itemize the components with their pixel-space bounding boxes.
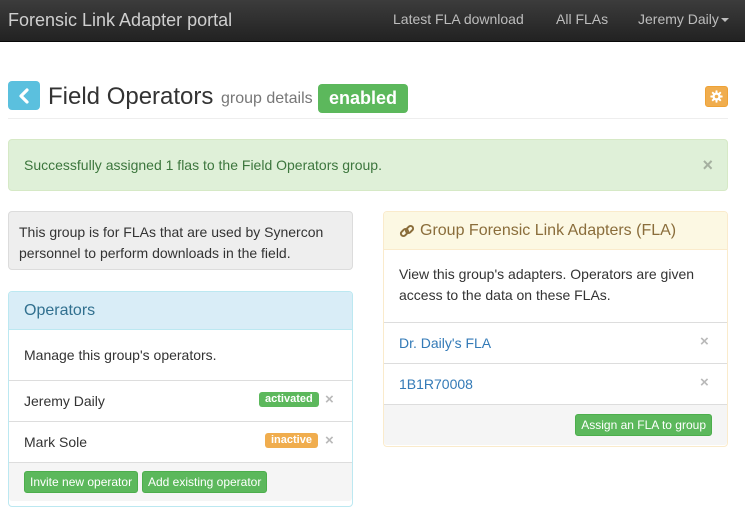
fla-panel: Group Forensic Link Adapters (FLA) View … [383,211,728,447]
fla-footer: Assign an FLA to group [384,404,727,445]
remove-fla-button[interactable]: × [700,374,709,391]
fla-heading: Group Forensic Link Adapters (FLA) [384,212,727,250]
remove-fla-button[interactable]: × [700,333,709,350]
operators-footer: Invite new operator Add existing operato… [9,462,352,501]
page-subtitle: group details [221,90,313,107]
operator-status-badge: inactive [265,433,318,448]
settings-button[interactable] [705,86,728,107]
top-navbar: Forensic Link Adapter portal Latest FLA … [0,0,745,42]
invite-new-operator-button[interactable]: Invite new operator [24,471,139,493]
page-title: Field Operators [48,83,214,110]
link-icon [399,224,415,237]
operator-row: Jeremy Daily activated × [9,380,352,421]
operator-name: Jeremy Daily [24,393,105,409]
operators-panel: Operators Manage this group's operators.… [8,291,353,507]
add-existing-operator-button[interactable]: Add existing operator [141,471,268,493]
success-alert: Successfully assigned 1 flas to the Fiel… [8,139,728,191]
divider [8,118,728,119]
status-badge: enabled [318,84,409,113]
fla-row: Dr. Daily's FLA × [384,322,727,363]
operators-intro: Manage this group's operators. [24,347,217,363]
operators-heading: Operators [9,292,352,330]
alert-message: Successfully assigned 1 flas to the Fiel… [24,157,382,173]
alert-close-button[interactable]: × [702,155,713,176]
operator-row: Mark Sole inactive × [9,421,352,462]
chevron-down-icon [720,18,729,23]
fla-intro: View this group's adapters. Operators ar… [399,266,695,303]
back-button[interactable] [8,81,40,110]
fla-link[interactable]: Dr. Daily's FLA [399,335,491,351]
operator-status-badge: activated [259,392,319,407]
remove-operator-button[interactable]: × [325,432,334,449]
fla-link[interactable]: 1B1R70008 [399,376,473,392]
remove-operator-button[interactable]: × [325,391,334,408]
user-name: Jeremy Daily [638,11,719,27]
gear-icon [710,90,723,103]
user-menu[interactable]: Jeremy Daily [638,11,729,27]
group-description: This group is for FLAs that are used by … [8,211,353,270]
fla-heading-text: Group Forensic Link Adapters (FLA) [420,221,677,239]
brand-title[interactable]: Forensic Link Adapter portal [8,10,232,31]
nav-all-flas[interactable]: All FLAs [556,11,608,27]
chevron-left-icon [19,87,29,104]
nav-latest-fla-download[interactable]: Latest FLA download [393,11,524,27]
operator-name: Mark Sole [24,434,88,450]
assign-fla-button[interactable]: Assign an FLA to group [575,414,712,436]
fla-row: 1B1R70008 × [384,363,727,404]
